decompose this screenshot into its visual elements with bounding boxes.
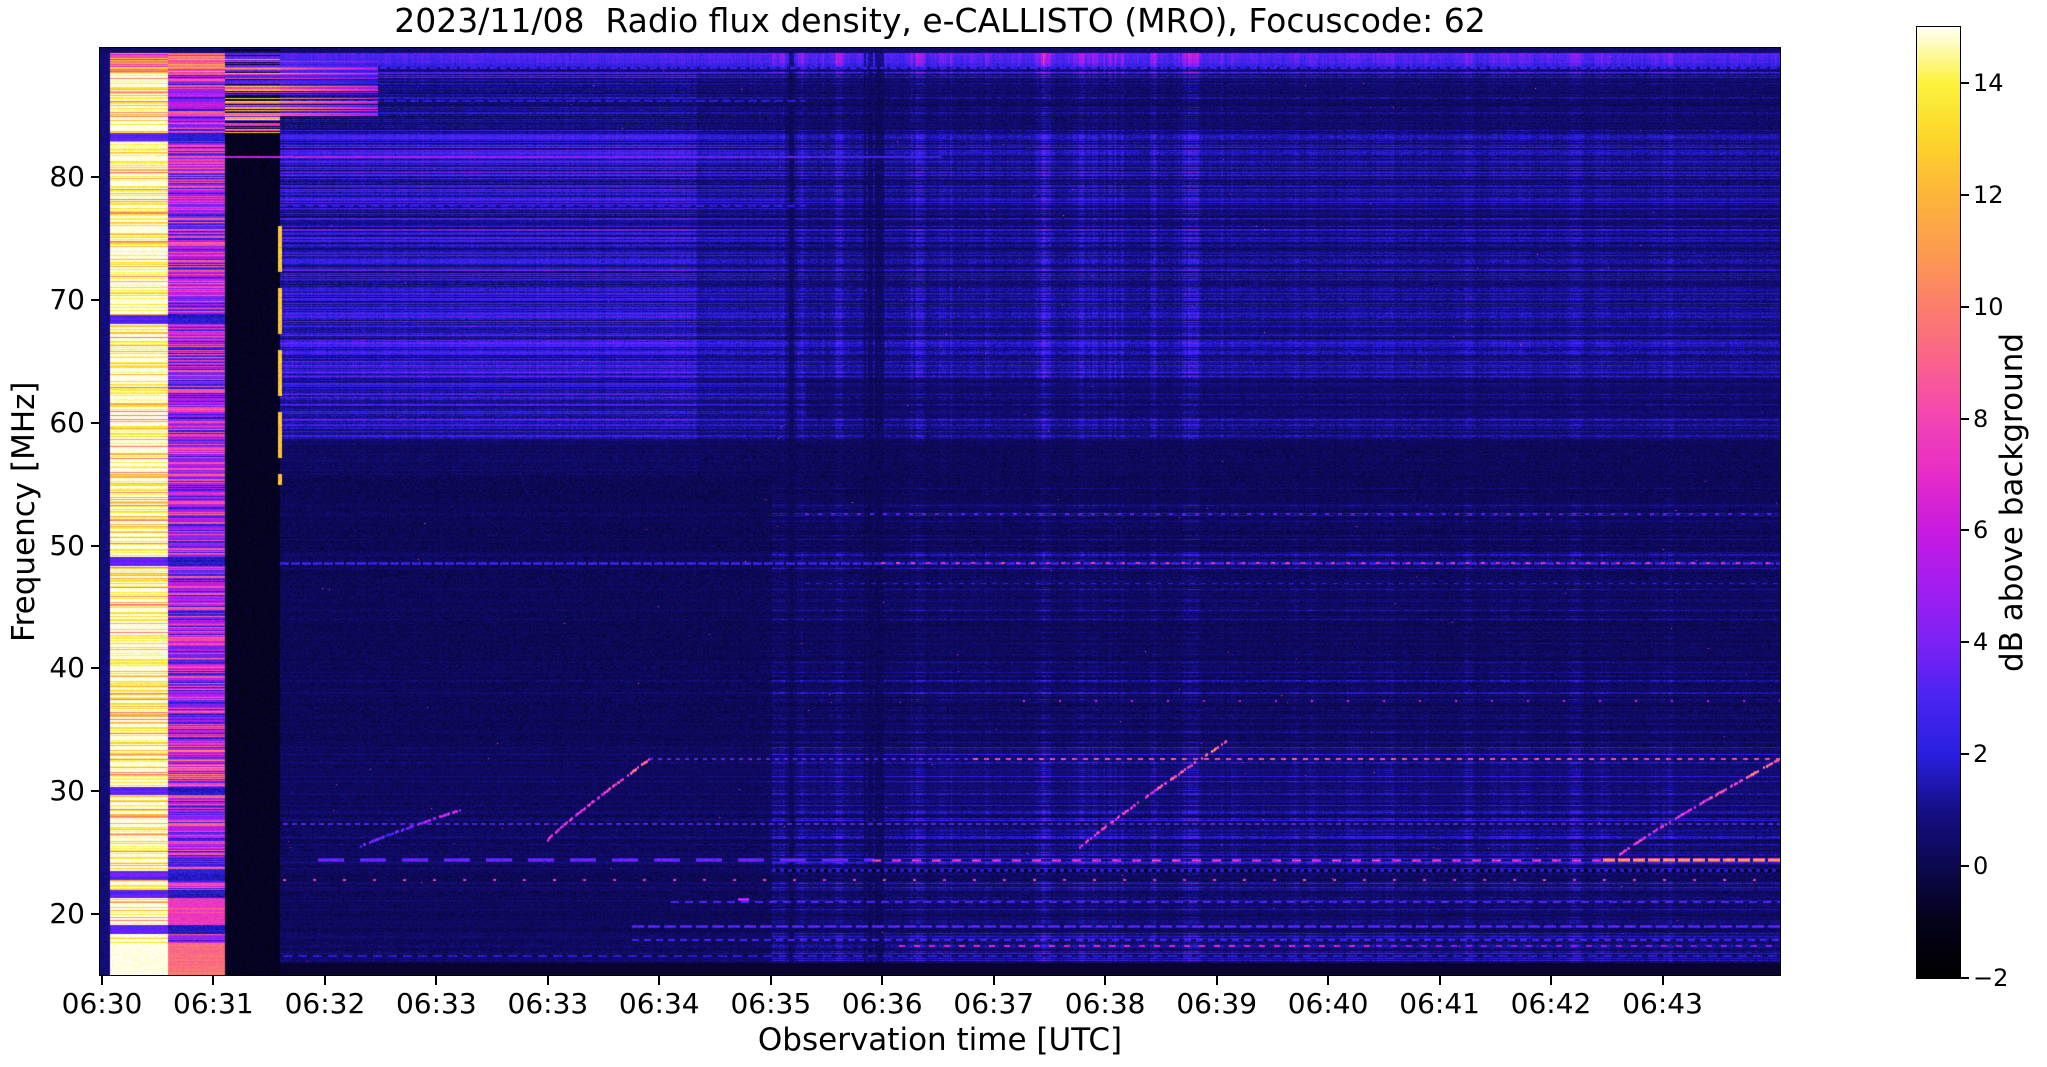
x-tick-mark — [769, 976, 772, 985]
y-tick-label: 20 — [49, 897, 85, 931]
colorbar-tick-mark — [1961, 305, 1969, 308]
x-tick-mark — [992, 976, 995, 985]
colorbar-tick-mark — [1961, 641, 1969, 644]
y-tick-mark — [91, 913, 100, 916]
x-tick-mark — [101, 976, 104, 985]
colorbar-tick-label: 6 — [1973, 516, 1989, 545]
x-tick-label: 06:42 — [1510, 987, 1592, 1020]
figure: 2023/11/08 Radio flux density, e-CALLIST… — [0, 0, 2047, 1067]
x-tick-label: 06:34 — [618, 987, 700, 1020]
x-tick-label: 06:31 — [173, 987, 254, 1020]
colorbar-tick-mark — [1961, 417, 1969, 420]
y-tick-mark — [91, 421, 100, 424]
colorbar-tick-mark — [1961, 753, 1969, 756]
x-tick-mark — [212, 976, 215, 985]
colorbar-tick-label: −2 — [1973, 964, 2009, 992]
x-axis-label: Observation time [UTC] — [757, 1022, 1123, 1058]
x-tick-label: 06:33 — [395, 987, 477, 1020]
colorbar-tick-label: 12 — [1973, 180, 2004, 209]
x-tick-mark — [323, 976, 326, 985]
colorbar-tick-label: 2 — [1973, 740, 1989, 769]
colorbar-tick-mark — [1961, 865, 1969, 868]
x-tick-label: 06:36 — [841, 987, 923, 1020]
y-tick-mark — [91, 667, 100, 670]
y-tick-mark — [91, 790, 100, 793]
y-tick-label: 70 — [49, 282, 85, 316]
chart-title: 2023/11/08 Radio flux density, e-CALLIST… — [394, 1, 1486, 40]
x-tick-mark — [658, 976, 661, 985]
colorbar-gradient — [1917, 27, 1960, 978]
x-tick-label: 06:38 — [1064, 987, 1146, 1020]
y-tick-mark — [91, 176, 100, 178]
colorbar-tick-label: 8 — [1973, 404, 1989, 433]
x-tick-mark — [1104, 976, 1107, 985]
colorbar-tick-label: 4 — [1973, 628, 1989, 657]
x-tick-mark — [546, 976, 549, 985]
x-tick-mark — [881, 976, 884, 985]
colorbar-label: dB above background — [1994, 332, 2030, 673]
x-tick-label: 06:43 — [1622, 987, 1703, 1020]
colorbar-tick-mark — [1961, 193, 1969, 196]
y-tick-label: 60 — [49, 405, 85, 439]
colorbar-tick-mark — [1961, 977, 1969, 979]
y-tick-label: 30 — [49, 774, 85, 808]
y-tick-mark — [91, 544, 100, 547]
colorbar-tick-mark — [1961, 81, 1969, 84]
x-tick-mark — [1215, 976, 1218, 985]
colorbar-tick-label: 10 — [1973, 292, 2004, 321]
x-tick-mark — [435, 976, 438, 985]
y-tick-mark — [91, 298, 100, 301]
y-tick-label: 80 — [49, 160, 85, 193]
x-tick-mark — [1327, 976, 1330, 985]
colorbar-tick-mark — [1961, 529, 1969, 532]
y-tick-label: 40 — [49, 651, 85, 685]
colorbar-tick-label: 0 — [1973, 852, 1989, 881]
x-tick-mark — [1550, 976, 1553, 985]
x-tick-mark — [1438, 976, 1441, 985]
spectrogram-canvas — [100, 48, 1780, 975]
y-tick-label: 50 — [49, 528, 85, 562]
x-tick-label: 06:40 — [1287, 987, 1369, 1020]
x-tick-mark — [1661, 976, 1664, 985]
colorbar-tick-label: 14 — [1973, 68, 2004, 97]
